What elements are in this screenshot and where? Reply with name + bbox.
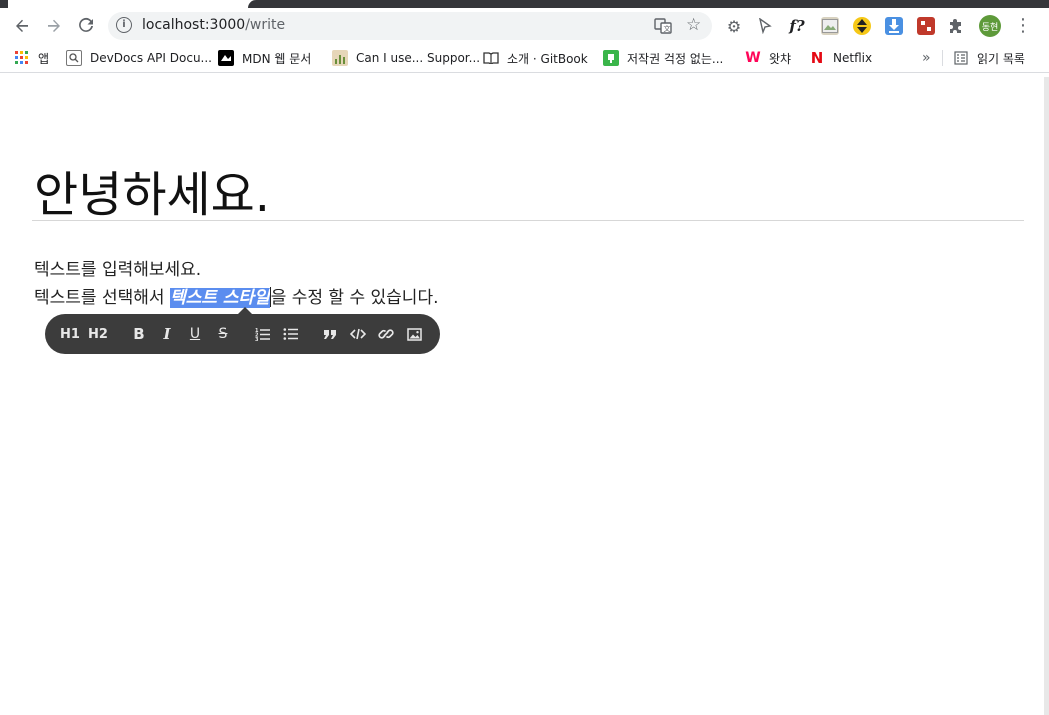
bookmark-label: 왓챠 xyxy=(769,51,792,66)
url-path: /write xyxy=(245,17,286,33)
blockquote-icon xyxy=(324,330,336,339)
bookmark-devdocs[interactable]: DevDocs API Docu... xyxy=(66,49,212,67)
blockquote-button[interactable] xyxy=(319,324,341,344)
site-info-icon[interactable]: i xyxy=(116,17,132,33)
red-extension-icon[interactable] xyxy=(917,17,935,35)
forward-arrow-icon xyxy=(48,19,60,32)
bookmark-star-icon[interactable]: ☆ xyxy=(686,15,701,35)
underline-button[interactable]: U xyxy=(184,324,206,344)
bookmark-label: Can I use... Suppor... xyxy=(356,51,481,65)
gitbook-icon xyxy=(483,50,499,66)
editor-line-1[interactable]: 텍스트를 입력해보세요. xyxy=(34,255,201,280)
window-edge xyxy=(1044,77,1049,715)
svg-text:文: 文 xyxy=(664,24,671,33)
back-arrow-icon xyxy=(16,19,28,32)
bookmark-label: DevDocs API Docu... xyxy=(90,51,212,65)
address-bar[interactable]: i localhost:3000/write 文 ☆ xyxy=(108,12,712,40)
copyright-free-icon xyxy=(603,50,619,66)
bookmark-apps[interactable]: 앱 xyxy=(14,49,49,67)
back-button[interactable] xyxy=(10,14,34,38)
bullet-list-button[interactable] xyxy=(280,324,302,344)
bookmark-copyright-free[interactable]: 저작권 걱정 없는... xyxy=(603,49,723,67)
more-bookmarks-button[interactable]: » xyxy=(922,49,931,67)
url-text[interactable]: localhost:3000/write xyxy=(142,17,285,33)
bullet-list-icon xyxy=(283,328,298,340)
ordered-list-button[interactable]: 123 xyxy=(252,324,274,344)
bookmark-watcha[interactable]: W 왓챠 xyxy=(745,49,791,67)
caniuse-icon xyxy=(332,50,348,66)
underline-icon: U xyxy=(189,326,201,342)
apps-grid-icon xyxy=(14,50,30,66)
selected-text[interactable]: 텍스트 스타일 xyxy=(169,288,270,308)
link-icon xyxy=(378,329,394,339)
format-toolbar: H1 H2 B I U S 123 xyxy=(45,314,440,354)
svg-text:3: 3 xyxy=(255,337,259,341)
image-icon xyxy=(406,327,422,341)
bookmark-caniuse[interactable]: Can I use... Suppor... xyxy=(332,49,480,67)
strikethrough-icon: S xyxy=(218,326,228,342)
mdn-icon xyxy=(218,50,234,66)
strikethrough-button[interactable]: S xyxy=(212,324,234,344)
reload-icon xyxy=(79,17,93,32)
tab-strip-bg xyxy=(248,0,1049,8)
bookmark-reading-list[interactable]: 읽기 목록 xyxy=(953,49,1025,67)
ordered-list-icon: 123 xyxy=(255,328,270,341)
settings-extension-icon[interactable]: ⚙ xyxy=(725,17,743,36)
chevron-double-right-icon: » xyxy=(922,50,931,66)
title-divider xyxy=(32,220,1024,221)
download-extension-icon[interactable] xyxy=(885,17,903,35)
post-title[interactable]: 안녕하세요. xyxy=(34,155,270,225)
bookmark-gitbook[interactable]: 소개 · GitBook xyxy=(483,49,588,67)
netflix-icon: N xyxy=(810,49,824,67)
translate-icon[interactable]: 文 xyxy=(654,17,672,35)
code-icon xyxy=(350,328,366,340)
editor-page: 안녕하세요. 텍스트를 입력해보세요. 텍스트를 선택해서 텍스트 스타일을 수… xyxy=(0,77,1044,715)
tab-strip xyxy=(0,0,1049,8)
devdocs-icon xyxy=(66,50,82,66)
code-button[interactable] xyxy=(347,324,369,344)
profile-avatar[interactable]: 동현 xyxy=(979,15,1001,37)
extensions-puzzle-icon[interactable] xyxy=(948,17,966,35)
bookmark-mdn[interactable]: MDN 웹 문서 xyxy=(218,49,311,67)
italic-button[interactable]: I xyxy=(156,324,178,344)
bookmark-label: 읽기 목록 xyxy=(977,51,1025,66)
cursor-extension-icon[interactable] xyxy=(756,17,774,35)
line-text-after: 을 수정 할 수 있습니다. xyxy=(270,288,439,308)
vpn-extension-icon[interactable] xyxy=(853,17,871,35)
bookmark-label: 저작권 걱정 없는... xyxy=(627,51,724,66)
url-host: localhost:3000 xyxy=(142,17,246,33)
h2-icon: H2 xyxy=(88,326,108,342)
line-text-before: 텍스트를 선택해서 xyxy=(34,288,170,308)
reload-button[interactable] xyxy=(74,14,98,38)
tab-strip-left xyxy=(0,0,8,8)
image-extension-icon[interactable] xyxy=(821,17,839,35)
bold-icon: B xyxy=(133,325,145,343)
bookmarks-separator xyxy=(942,50,943,66)
bookmark-label: 앱 xyxy=(38,51,50,66)
font-extension-icon[interactable]: f? xyxy=(788,17,806,35)
bookmarks-bar: 앱 DevDocs API Docu... MDN 웹 문서 Can I use… xyxy=(0,44,1049,73)
browser-toolbar: i localhost:3000/write 文 ☆ ⚙ f? 동현 ⋮ xyxy=(0,8,1049,44)
image-button[interactable] xyxy=(403,324,425,344)
editor-line-2[interactable]: 텍스트를 선택해서 텍스트 스타일을 수정 할 수 있습니다. xyxy=(34,283,438,308)
bookmark-netflix[interactable]: N Netflix xyxy=(809,49,872,67)
heading2-button[interactable]: H2 xyxy=(87,324,109,344)
watcha-icon: W xyxy=(745,50,761,66)
bold-button[interactable]: B xyxy=(128,324,150,344)
link-button[interactable] xyxy=(375,324,397,344)
bookmark-label: MDN 웹 문서 xyxy=(242,51,312,66)
forward-button[interactable] xyxy=(42,14,66,38)
italic-icon: I xyxy=(163,325,171,343)
reading-list-icon xyxy=(953,50,969,66)
browser-menu-icon[interactable]: ⋮ xyxy=(1014,15,1032,37)
bookmark-label: Netflix xyxy=(833,51,873,65)
bookmark-label: 소개 · GitBook xyxy=(507,51,588,66)
heading1-button[interactable]: H1 xyxy=(59,324,81,344)
h1-icon: H1 xyxy=(60,326,80,342)
